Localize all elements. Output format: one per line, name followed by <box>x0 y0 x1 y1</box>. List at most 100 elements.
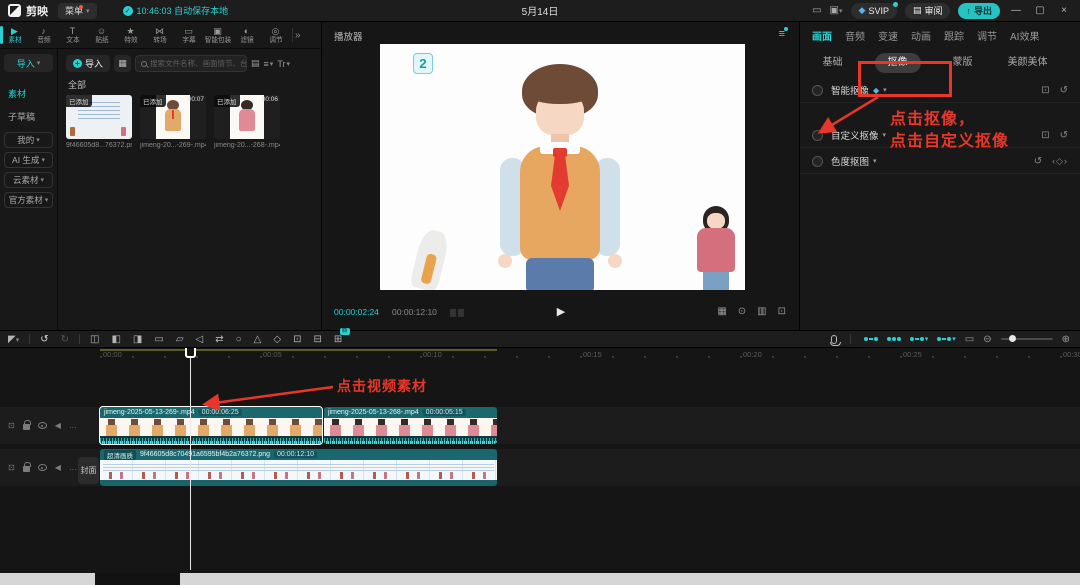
cover-button[interactable]: 封面 <box>78 457 99 484</box>
mask-icon[interactable]: ◇ <box>273 334 281 345</box>
review-button[interactable]: ▤ 审阅 <box>905 3 951 19</box>
more-icon[interactable]: … <box>69 463 77 472</box>
adjust-clip-icon[interactable]: ⊟ <box>313 334 321 345</box>
type-filter-icon[interactable]: Tr▾ <box>277 59 290 69</box>
maximize-button[interactable]: ▢ <box>1032 5 1048 16</box>
tab-transitions[interactable]: ⋈转场 <box>145 26 174 45</box>
close-button[interactable]: × <box>1056 5 1072 16</box>
video-clip-268[interactable]: jimeng-2025-05-13-268-.mp4 00:00:05:15 <box>324 407 497 444</box>
reverse-icon[interactable]: ◁ <box>196 334 204 345</box>
media-item-video-269[interactable]: 已添加 00:07 jimeng-20...-269-.mp4 <box>140 95 206 149</box>
speaker-icon[interactable]: ◀ <box>55 421 61 430</box>
section-label-all[interactable]: 全部 <box>58 76 321 95</box>
svip-button[interactable]: ◆ SVIP <box>851 3 897 19</box>
export-button[interactable]: ↑ 导出 <box>958 3 1000 19</box>
flip-icon[interactable]: △ <box>254 334 262 345</box>
timeline-zoom-fit-icon[interactable]: ⊕ <box>1062 334 1070 345</box>
sidebar-item-ai-generate[interactable]: AI 生成▾ <box>4 152 53 168</box>
media-item-png[interactable]: 已添加 9f46605d8...76372.png <box>66 95 132 149</box>
layout-switch-icon[interactable]: ▣▾ <box>830 5 843 16</box>
linkage-icon[interactable]: ▾ <box>910 335 929 343</box>
menu-button[interactable]: 菜单 ▾ <box>58 3 97 19</box>
rotate-icon[interactable]: ○ <box>236 334 242 345</box>
media-thumbnail[interactable]: 已添加 00:07 <box>140 95 206 139</box>
tab-adjust[interactable]: ◎调节 <box>261 26 290 45</box>
keyframe-add-icon[interactable]: ⊡ <box>1041 130 1049 141</box>
sidebar-import-dropdown[interactable]: 导入 ▾ <box>4 54 53 72</box>
more-icon[interactable]: … <box>69 421 77 430</box>
tab-picture[interactable]: 画面 <box>812 28 832 43</box>
display-mode-icon[interactable]: ▭ <box>812 5 821 16</box>
preview-zoom-icon[interactable]: ⊙ <box>738 306 746 317</box>
media-thumbnail[interactable]: 已添加 <box>66 95 132 139</box>
play-button[interactable]: ▶ <box>557 305 565 318</box>
tab-effects[interactable]: ★特效 <box>116 26 145 45</box>
record-voiceover-icon[interactable] <box>831 335 837 344</box>
tab-speed[interactable]: 变速 <box>878 28 898 43</box>
tab-ai-effects[interactable]: AI效果 <box>1010 28 1039 43</box>
tab-tracking[interactable]: 跟踪 <box>944 28 964 43</box>
search-input[interactable]: 搜索文件名称、画面情节、台词 <box>135 55 247 72</box>
player-menu-icon[interactable]: ≡ <box>779 28 785 40</box>
undo-icon[interactable]: ↺ <box>40 334 48 345</box>
sidebar-item-material[interactable]: 素材 <box>0 82 57 105</box>
tab-audio[interactable]: ♪音频 <box>29 26 58 45</box>
aspect-ratio-icon[interactable]: ▥ <box>757 306 766 317</box>
crop-icon[interactable]: ⊡ <box>293 334 301 345</box>
more-tabs-chevron[interactable]: » <box>295 30 301 41</box>
fullscreen-icon[interactable]: ⊡ <box>778 306 786 317</box>
sort-icon[interactable]: ≡▾ <box>264 59 274 69</box>
timeline-zoom-out-icon[interactable]: ⊖ <box>983 334 991 345</box>
tab-filters[interactable]: ◐滤镜 <box>232 26 261 45</box>
lock-icon[interactable] <box>23 466 30 472</box>
lock-icon[interactable] <box>23 424 30 430</box>
delete-icon[interactable]: ▭ <box>154 334 163 345</box>
delete-left-icon[interactable]: ◧ <box>111 334 120 345</box>
main-track-magnet-icon[interactable] <box>864 337 878 341</box>
preview-canvas[interactable]: 2 <box>380 44 745 290</box>
video-clip-269[interactable]: jimeng-2025-05-13-269-.mp4 00:00:06:25 <box>100 407 322 444</box>
playhead[interactable] <box>190 348 191 570</box>
subtab-beauty[interactable]: 美颜美体 <box>995 53 1060 73</box>
custom-cutout-toggle[interactable] <box>812 130 823 141</box>
slider-handle[interactable] <box>1009 335 1016 342</box>
tab-adjust-props[interactable]: 调节 <box>977 28 997 43</box>
speaker-icon[interactable]: ◀ <box>55 463 61 472</box>
timeline-zoom-slider[interactable] <box>1001 338 1053 340</box>
subtab-basic[interactable]: 基础 <box>800 53 865 73</box>
delete-right-icon[interactable]: ◨ <box>133 334 142 345</box>
sidebar-item-subdraft[interactable]: 子草稿 <box>0 105 57 128</box>
sidebar-item-cloud[interactable]: 云素材▾ <box>4 172 53 188</box>
keyframe-nav-icons[interactable]: ‹◇› <box>1052 156 1068 167</box>
mirror-icon[interactable]: ⇄ <box>215 334 223 345</box>
media-thumbnail[interactable]: 已添加 00:06 <box>214 95 280 139</box>
tab-captions[interactable]: ▭字幕 <box>174 26 203 45</box>
reset-icon[interactable]: ↺ <box>1034 156 1042 167</box>
tab-smart-pack[interactable]: ▣智能包装 <box>203 26 232 45</box>
sidebar-item-mine[interactable]: 我的▾ <box>4 132 53 148</box>
eye-icon[interactable] <box>38 422 47 429</box>
quality-icon[interactable]: ▦ <box>717 306 726 317</box>
chroma-key-toggle[interactable] <box>812 156 823 167</box>
eye-icon[interactable] <box>38 464 47 471</box>
preview-axis-icon[interactable]: ▾ <box>937 335 956 343</box>
auto-snap-icon[interactable] <box>887 337 901 341</box>
import-button[interactable]: + 导入 <box>66 55 110 72</box>
tab-sticker[interactable]: ☺贴纸 <box>87 26 116 45</box>
view-mode-icon[interactable]: ▤ <box>251 58 260 69</box>
keyframe-add-icon[interactable]: ⊡ <box>1041 85 1049 96</box>
select-tool-icon[interactable]: ◤▾ <box>8 334 19 345</box>
reset-icon[interactable]: ↺ <box>1060 130 1068 141</box>
tab-media[interactable]: ▶素材 <box>0 26 29 45</box>
tab-text[interactable]: T文本 <box>58 26 87 45</box>
sidebar-item-official[interactable]: 官方素材▾ <box>4 192 53 208</box>
timeline[interactable]: 00:00 00:05 00:10 00:15 00:20 00:25 00:3… <box>0 348 1080 573</box>
redo-icon[interactable]: ↻ <box>61 334 69 345</box>
reset-icon[interactable]: ↺ <box>1060 85 1068 96</box>
split-icon[interactable]: ◫ <box>90 334 99 345</box>
media-item-video-268[interactable]: 已添加 00:06 jimeng-20...-268-.mp4 <box>214 95 280 149</box>
smart-cutout-toggle[interactable] <box>812 85 823 96</box>
minimize-button[interactable]: — <box>1008 5 1024 16</box>
tab-audio-props[interactable]: 音频 <box>845 28 865 43</box>
freeze-frame-icon[interactable]: ▱ <box>176 334 184 345</box>
